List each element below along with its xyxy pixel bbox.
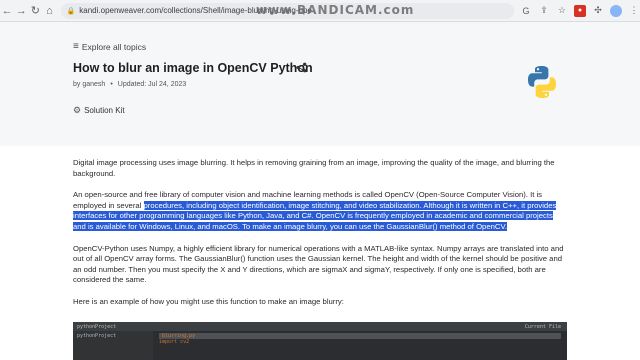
updated-date: Updated: Jul 24, 2023 (117, 81, 187, 88)
byline: by ganesh • Updated: Jul 24, 2023 (73, 81, 186, 88)
share-node-icon[interactable] (296, 62, 307, 76)
paragraph-example: Here is an example of how you might use … (73, 296, 344, 306)
page-title: How to blur an image in OpenCV Python (73, 61, 313, 75)
share-icon[interactable]: ⇪ (538, 5, 550, 17)
ide-project-label: pythonProject (77, 323, 117, 330)
selected-text: procedures, including object identificat… (73, 200, 557, 231)
paragraph-intro: Digital image processing uses image blur… (73, 158, 555, 178)
puzzle-icon[interactable]: ✣ (592, 5, 604, 17)
author: by ganesh (73, 81, 106, 88)
menu-icon[interactable]: ⋮ (628, 5, 640, 17)
python-logo-icon (524, 64, 560, 100)
back-icon[interactable]: ← (0, 3, 14, 19)
ide-project-tree: pythonProject (73, 331, 153, 360)
reload-icon[interactable]: ↻ (28, 3, 42, 19)
avatar-icon[interactable] (609, 4, 622, 17)
extension-tray: G ⇪ ☆ ● ✣ ⋮ (520, 4, 640, 17)
ide-code-line: import cv2 (159, 339, 190, 345)
ide-run-config: Current File (524, 323, 561, 330)
home-icon[interactable]: ⌂ (42, 3, 56, 19)
paragraph-numpy: OpenCV-Python uses Numpy, a highly effic… (73, 243, 564, 285)
bandicam-icon[interactable]: ● (573, 4, 586, 17)
google-icon[interactable]: G (520, 5, 532, 17)
lock-icon: 🔒 (66, 7, 76, 15)
solution-kit-label: Solution Kit (84, 106, 125, 115)
explore-label: Explore all topics (81, 41, 147, 52)
list-icon: ≡ (73, 41, 79, 52)
solution-kit-button[interactable]: ⚙ Solution Kit (73, 105, 125, 116)
ide-tree-item: pythonProject (77, 333, 117, 339)
byline-separator: • (110, 81, 113, 88)
ide-editor: blurring.py import cv2 (153, 331, 567, 360)
paragraph-opencv: An open-source and free library of compu… (73, 190, 567, 232)
star-icon[interactable]: ☆ (556, 5, 568, 17)
article-body: Digital image processing uses image blur… (73, 158, 567, 319)
code-screenshot: pythonProject Current File pythonProject… (73, 322, 567, 360)
explore-topics-link[interactable]: ≡ Explore all topics (73, 41, 146, 52)
ide-toolbar: pythonProject Current File (73, 322, 567, 331)
forward-icon[interactable]: → (14, 3, 28, 19)
recording-watermark: www.BANDICAM.com (256, 3, 415, 17)
gear-icon: ⚙ (73, 105, 82, 115)
